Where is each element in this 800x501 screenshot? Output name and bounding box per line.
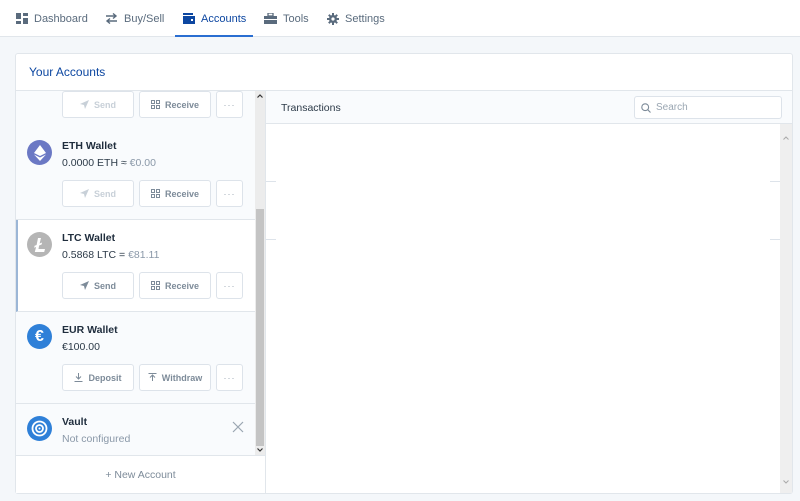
nav-dashboard[interactable]: Dashboard — [15, 0, 88, 37]
send-icon — [79, 189, 89, 198]
toolbox-icon — [264, 12, 277, 25]
search-input[interactable] — [656, 102, 776, 113]
more-button[interactable]: ··· — [216, 91, 243, 118]
more-icon: ··· — [223, 280, 236, 291]
more-icon: ··· — [223, 372, 236, 383]
account-name: Vault — [62, 416, 88, 428]
deposit-button[interactable]: Deposit — [62, 364, 134, 391]
scroll-down-icon[interactable] — [255, 445, 265, 455]
wallet-icon — [182, 12, 195, 25]
nav-tools[interactable]: Tools — [264, 0, 309, 37]
download-icon — [74, 373, 83, 382]
scroll-down-icon[interactable] — [783, 471, 789, 489]
transactions-header: Transactions — [266, 91, 792, 124]
search-box[interactable] — [634, 96, 782, 119]
qr-icon — [150, 100, 160, 109]
qr-icon — [150, 281, 160, 290]
accounts-scrollbar[interactable] — [255, 91, 265, 455]
divider — [266, 181, 276, 182]
more-icon: ··· — [223, 99, 236, 110]
more-button[interactable]: ··· — [216, 180, 243, 207]
account-item-eth[interactable]: ETH Wallet 0.0000 ETH ≈ €0.00 Send Recei… — [16, 128, 256, 220]
account-item-partial[interactable]: Send Receive ··· — [16, 91, 256, 129]
nav-settings-label: Settings — [345, 12, 385, 25]
euro-icon: € — [27, 324, 52, 349]
qr-icon — [150, 189, 160, 198]
vault-status: Not configured — [62, 433, 131, 445]
nav-settings[interactable]: Settings — [326, 0, 385, 37]
send-button[interactable]: Send — [62, 91, 134, 118]
litecoin-icon — [27, 232, 52, 257]
receive-button[interactable]: Receive — [139, 180, 211, 207]
receive-button[interactable]: Receive — [139, 91, 211, 118]
receive-button[interactable]: Receive — [139, 272, 211, 299]
send-button[interactable]: Send — [62, 180, 134, 207]
fiat-value: €81.11 — [128, 249, 160, 261]
swap-icon — [105, 12, 118, 25]
more-button[interactable]: ··· — [216, 272, 243, 299]
transactions-scrollbar[interactable] — [780, 124, 792, 493]
nav-dashboard-label: Dashboard — [34, 12, 88, 25]
send-icon — [79, 100, 89, 109]
divider — [770, 181, 780, 182]
scroll-up-icon[interactable] — [783, 127, 789, 145]
close-icon[interactable] — [232, 420, 244, 433]
accounts-card: Your Accounts Send Receive ··· ETH Walle… — [15, 53, 793, 494]
account-balance: 0.5868 LTC = €81.11 — [62, 249, 160, 261]
account-balance: 0.0000 ETH ≈ €0.00 — [62, 157, 156, 169]
account-name: LTC Wallet — [62, 232, 116, 244]
nav-tools-label: Tools — [283, 12, 309, 25]
send-button[interactable]: Send — [62, 272, 134, 299]
accounts-list: Send Receive ··· ETH Wallet 0.0000 ETH ≈… — [16, 91, 265, 455]
account-balance: €100.00 — [62, 341, 100, 353]
gear-icon — [326, 12, 339, 25]
page-title: Your Accounts — [29, 65, 106, 79]
account-item-vault[interactable]: Vault Not configured — [16, 404, 256, 455]
dashboard-icon — [15, 12, 28, 25]
ethereum-icon — [27, 140, 52, 165]
scrollbar-thumb[interactable] — [256, 209, 264, 446]
more-icon: ··· — [223, 188, 236, 199]
search-icon — [641, 102, 651, 113]
divider — [266, 239, 276, 240]
more-button[interactable]: ··· — [216, 364, 243, 391]
nav-accounts-label: Accounts — [201, 12, 247, 25]
upload-icon — [148, 373, 157, 382]
account-name: ETH Wallet — [62, 140, 117, 152]
account-item-ltc[interactable]: LTC Wallet 0.5868 LTC = €81.11 Send Rece… — [16, 220, 256, 312]
transactions-list — [266, 124, 780, 493]
withdraw-button[interactable]: Withdraw — [139, 364, 211, 391]
vault-icon — [27, 416, 52, 441]
top-nav: Dashboard Buy/Sell Accounts Tools Settin… — [0, 0, 800, 37]
nav-buy-sell-label: Buy/Sell — [124, 12, 165, 25]
divider — [770, 239, 780, 240]
account-name: EUR Wallet — [62, 324, 118, 336]
send-icon — [79, 281, 89, 290]
scroll-up-icon[interactable] — [255, 91, 265, 101]
transactions-title: Transactions — [281, 102, 341, 114]
new-account-button[interactable]: + New Account — [16, 455, 265, 493]
nav-accounts[interactable]: Accounts — [174, 0, 254, 37]
fiat-value: €0.00 — [129, 157, 156, 169]
account-item-eur[interactable]: € EUR Wallet €100.00 Deposit Withdraw ··… — [16, 312, 256, 404]
nav-buy-sell[interactable]: Buy/Sell — [105, 0, 164, 37]
